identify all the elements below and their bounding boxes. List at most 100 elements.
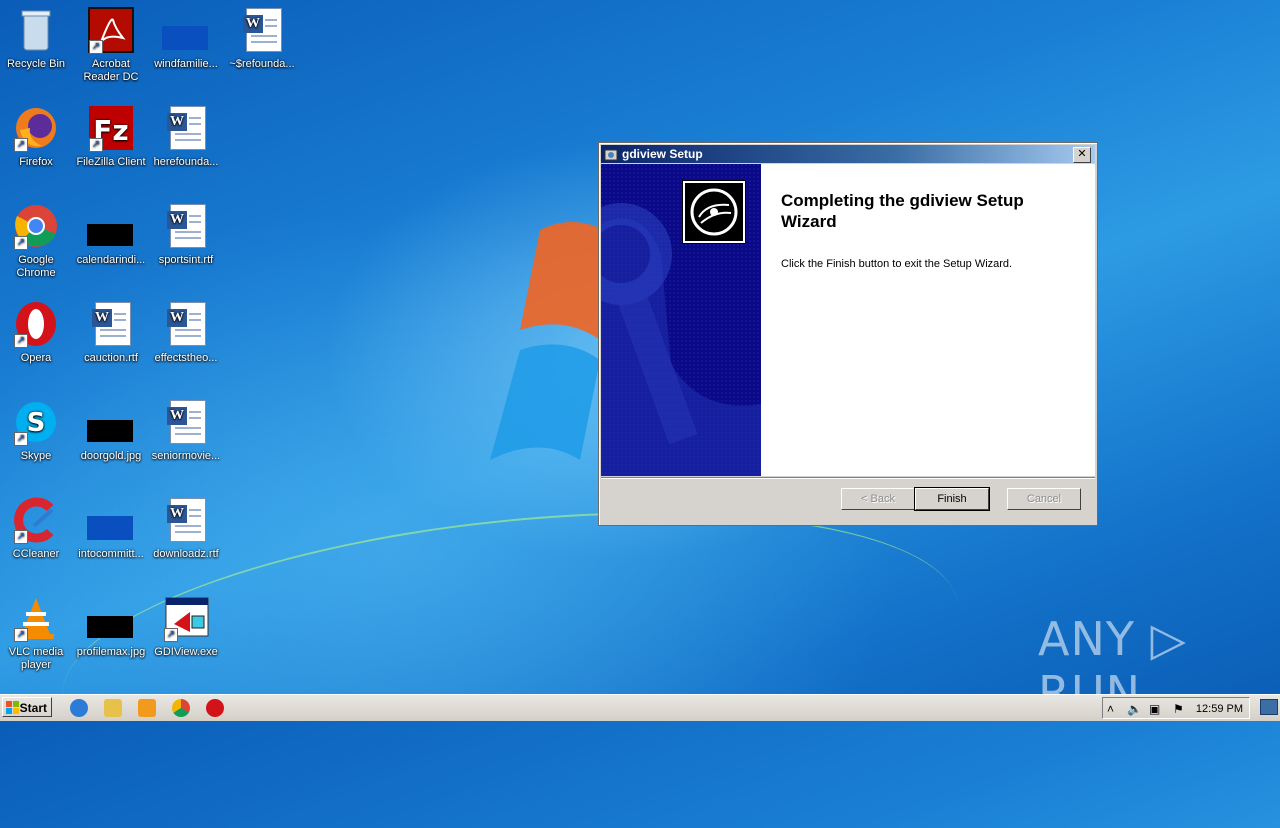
shortcut-arrow-icon: ↗	[14, 432, 28, 446]
gdiview-app-icon: ↗	[162, 594, 210, 642]
desktop-icon-sportsint[interactable]: W sportsint.rtf	[148, 202, 224, 267]
desktop-icon-label: Firefox	[19, 156, 53, 168]
desktop-icon-label: cauction.rtf	[84, 352, 138, 364]
ccleaner-icon: ↗	[12, 496, 60, 544]
shortcut-arrow-icon: ↗	[14, 530, 28, 544]
word-document-icon: W	[162, 104, 210, 152]
media-player-icon[interactable]	[138, 699, 156, 717]
shortcut-arrow-icon: ↗	[89, 40, 103, 54]
volume-icon[interactable]: 🔈	[1127, 702, 1142, 716]
installer-icon	[604, 149, 618, 161]
word-document-icon: W	[162, 398, 210, 446]
desktop-icon-label: herefounda...	[153, 156, 219, 168]
desktop-icon-skype[interactable]: S ↗ Skype	[0, 398, 74, 463]
desktop-icon-label: Google Chrome	[16, 254, 56, 279]
desktop-icon-label: seniormovie...	[151, 450, 221, 462]
desktop-icon-windfamilie[interactable]: windfamilie...	[148, 6, 224, 71]
word-document-icon: W	[87, 300, 135, 348]
shortcut-arrow-icon: ↗	[14, 334, 28, 348]
dialog-titlebar[interactable]: gdiview Setup ✕	[601, 145, 1095, 163]
word-document-icon: W	[162, 202, 210, 250]
opera-icon[interactable]	[206, 699, 224, 717]
action-center-flag-icon[interactable]: ⚑	[1173, 702, 1184, 716]
desktop-icon-label: FileZilla Client	[76, 156, 146, 168]
svg-text:S: S	[27, 408, 46, 438]
desktop-icon-acrobat[interactable]: ↗ Acrobat Reader DC	[73, 6, 149, 84]
desktop-icon-google-chrome[interactable]: ↗ Google Chrome	[0, 202, 74, 280]
acrobat-icon: ↗	[87, 6, 135, 54]
desktop-icon-label: CCleaner	[12, 548, 60, 560]
desktop-icon-label: Acrobat Reader DC	[83, 58, 139, 83]
desktop-icon-doorgold[interactable]: doorgold.jpg	[73, 398, 149, 463]
shortcut-arrow-icon: ↗	[14, 236, 28, 250]
desktop-icon-refounda-temp[interactable]: W ~$refounda...	[224, 6, 300, 71]
desktop-icon-cauction[interactable]: W cauction.rtf	[73, 300, 149, 365]
file-thumbnail-icon	[162, 6, 210, 54]
desktop-icon-profilemax[interactable]: profilemax.jpg	[73, 594, 149, 659]
desktop-icon-label: downloadz.rtf	[153, 548, 219, 560]
file-thumbnail-icon	[87, 594, 135, 642]
desktop-icon-label: Skype	[20, 450, 52, 462]
file-thumbnail-icon	[87, 398, 135, 446]
wizard-heading: Completing the gdiview Setup Wizard	[781, 191, 1024, 231]
skype-icon: S ↗	[12, 398, 60, 446]
taskbar: Start ˄ 🔈 ▣ ⚑ 12:59 PM	[0, 694, 1280, 721]
word-document-icon: W	[162, 300, 210, 348]
desktop-icon-effectstheo[interactable]: W effectstheo...	[148, 300, 224, 365]
desktop-icon-recycle-bin[interactable]: Recycle Bin	[0, 6, 74, 71]
shortcut-arrow-icon: ↗	[89, 138, 103, 152]
firefox-icon: ↗	[12, 104, 60, 152]
word-document-icon: W	[238, 6, 286, 54]
desktop-icon-label: Recycle Bin	[6, 58, 66, 70]
desktop-icon-label: ~$refounda...	[229, 58, 295, 70]
show-desktop-button[interactable]	[1260, 699, 1278, 715]
desktop-icon-herefounda[interactable]: W herefounda...	[148, 104, 224, 169]
vlc-icon: ↗	[12, 594, 60, 642]
windows-flag-icon	[6, 701, 19, 714]
desktop-icon-label: effectstheo...	[154, 352, 218, 364]
taskbar-clock[interactable]: 12:59 PM	[1196, 703, 1243, 715]
desktop-icon-label: calendarindi...	[76, 254, 146, 266]
wizard-content: Completing the gdiview Setup Wizard Clic…	[761, 164, 1095, 476]
chrome-icon: ↗	[12, 202, 60, 250]
show-hidden-icons-icon[interactable]: ˄	[1107, 702, 1114, 716]
start-button[interactable]: Start	[2, 697, 52, 717]
start-label: Start	[19, 701, 47, 715]
desktop-icon-label: doorgold.jpg	[80, 450, 142, 462]
ie-icon[interactable]	[70, 699, 88, 717]
file-thumbnail-icon	[87, 496, 135, 544]
recycle-bin-icon	[12, 6, 60, 54]
desktop-icon-vlc[interactable]: ↗ VLC media player	[0, 594, 74, 672]
shortcut-arrow-icon: ↗	[164, 628, 178, 642]
desktop-icon-label: VLC media player	[8, 646, 64, 671]
desktop-icon-filezilla[interactable]: Fz ↗ FileZilla Client	[73, 104, 149, 169]
desktop-icon-calendarindi[interactable]: calendarindi...	[73, 202, 149, 267]
dialog-title: gdiview Setup	[622, 147, 703, 161]
desktop-icon-opera[interactable]: ↗ Opera	[0, 300, 74, 365]
file-thumbnail-icon	[87, 202, 135, 250]
cancel-button[interactable]: Cancel	[1007, 488, 1081, 510]
desktop-icon-downloadz[interactable]: W downloadz.rtf	[148, 496, 224, 561]
opera-icon: ↗	[12, 300, 60, 348]
system-tray: ˄ 🔈 ▣ ⚑ 12:59 PM	[1102, 697, 1250, 719]
desktop-icon-label: windfamilie...	[154, 58, 218, 70]
desktop-icon-intocommitt[interactable]: intocommitt...	[73, 496, 149, 561]
desktop-icon-label: sportsint.rtf	[158, 254, 214, 266]
desktop-icon-ccleaner[interactable]: ↗ CCleaner	[0, 496, 74, 561]
network-icon[interactable]: ▣	[1149, 702, 1160, 716]
desktop-icon-label: intocommitt...	[78, 548, 144, 560]
desktop-icon-label: profilemax.jpg	[76, 646, 146, 658]
finish-button[interactable]: Finish	[914, 487, 990, 511]
desktop-icon-seniormovie[interactable]: W seniormovie...	[148, 398, 224, 463]
explorer-icon[interactable]	[104, 699, 122, 717]
back-button[interactable]: < Back	[841, 488, 915, 510]
chrome-icon[interactable]	[172, 699, 190, 717]
desktop-icon-firefox[interactable]: ↗ Firefox	[0, 104, 74, 169]
word-document-icon: W	[162, 496, 210, 544]
wizard-body-text: Click the Finish button to exit the Setu…	[781, 258, 1013, 270]
button-separator	[601, 477, 1095, 479]
shortcut-arrow-icon: ↗	[14, 628, 28, 642]
desktop-icon-label: Opera	[20, 352, 52, 364]
close-button[interactable]: ✕	[1073, 147, 1091, 163]
desktop-icon-gdiview[interactable]: ↗ GDIView.exe	[148, 594, 224, 659]
